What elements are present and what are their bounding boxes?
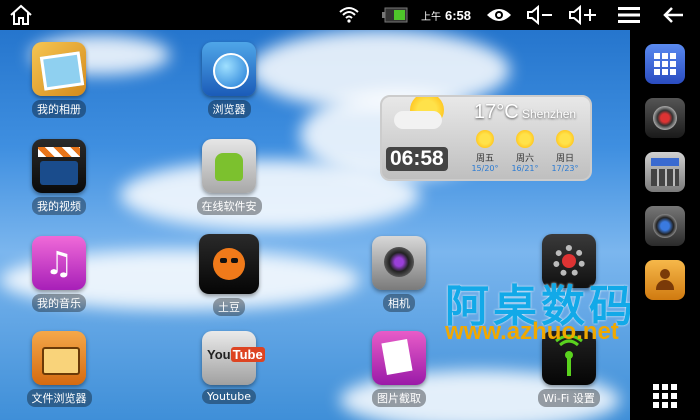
app-file-browser[interactable]: 文件浏览器 bbox=[14, 331, 104, 407]
app-label: 相机 bbox=[383, 294, 415, 312]
app-label: 我的音乐 bbox=[32, 294, 86, 312]
volume-up-icon[interactable] bbox=[563, 0, 603, 30]
app-market[interactable]: 在线软件安 bbox=[184, 139, 274, 215]
app-label: 在线软件安 bbox=[196, 197, 262, 215]
wifi-icon bbox=[335, 0, 363, 30]
weather-temperature: 17°C bbox=[474, 101, 519, 123]
file-browser-icon bbox=[32, 331, 86, 385]
speaker-icon[interactable] bbox=[645, 98, 685, 138]
app-label: 图片截取 bbox=[372, 389, 426, 407]
forecast-day: 周日 17/23° bbox=[546, 127, 584, 175]
forecast-day-range: 16/21° bbox=[511, 164, 539, 173]
app-label: 我的视频 bbox=[32, 197, 86, 215]
app-videos[interactable]: 我的视频 bbox=[14, 139, 104, 215]
forecast-day: 周五 15/20° bbox=[466, 127, 504, 175]
calculator-icon[interactable] bbox=[645, 152, 685, 192]
app-tudou[interactable]: 土豆 bbox=[184, 234, 274, 316]
forecast-day-name: 周日 bbox=[555, 154, 574, 164]
sun-icon bbox=[556, 130, 574, 148]
forecast-day-name: 周六 bbox=[515, 154, 534, 164]
app-youtube[interactable]: You Tube Youtube bbox=[184, 331, 274, 404]
contacts-icon[interactable] bbox=[645, 260, 685, 300]
time-label: 6:58 bbox=[444, 7, 472, 23]
forecast-day-range: 15/20° bbox=[471, 164, 499, 173]
side-dock bbox=[630, 30, 700, 420]
forecast-day-name: 周五 bbox=[475, 154, 494, 164]
forecast-day-range: 17/23° bbox=[551, 164, 579, 173]
app-label: Wi-Fi 设置 bbox=[538, 389, 600, 407]
forecast-day: 周六 16/21° bbox=[506, 127, 544, 175]
app-photo-album[interactable]: 我的相册 bbox=[14, 42, 104, 118]
tudou-icon bbox=[199, 234, 259, 294]
home-icon[interactable] bbox=[4, 0, 38, 30]
app-label: 我的相册 bbox=[32, 100, 86, 118]
sun-icon bbox=[476, 130, 494, 148]
weather-clock: 06:58 bbox=[386, 147, 448, 171]
youtube-icon: You Tube bbox=[202, 331, 265, 385]
browser-globe-icon bbox=[202, 42, 256, 96]
back-icon[interactable] bbox=[656, 0, 692, 30]
weather-widget[interactable]: 17°C Shenzhen 06:58 周五 15/20° 周六 16/21° … bbox=[380, 95, 592, 181]
ampm-label: 上午 bbox=[420, 11, 441, 23]
app-label: 土豆 bbox=[213, 298, 245, 316]
photo-album-icon bbox=[32, 42, 86, 96]
weather-city: Shenzhen bbox=[522, 107, 577, 121]
app-browser[interactable]: 浏览器 bbox=[184, 42, 274, 118]
screenshot-icon bbox=[372, 331, 426, 385]
app-grid-icon[interactable] bbox=[645, 44, 685, 84]
volume-down-icon[interactable] bbox=[522, 0, 558, 30]
app-label: 文件浏览器 bbox=[26, 389, 92, 407]
camera-icon bbox=[372, 236, 426, 290]
menu-icon[interactable] bbox=[612, 0, 646, 30]
music-note-icon: ♫ bbox=[32, 236, 86, 290]
clock: 上午 6:58 bbox=[416, 0, 476, 30]
status-bar: 上午 6:58 bbox=[0, 0, 700, 30]
watermark-url: www.azhuo.net bbox=[445, 318, 619, 345]
app-music[interactable]: ♫ 我的音乐 bbox=[14, 236, 104, 312]
app-label: 浏览器 bbox=[207, 100, 251, 118]
battery-icon bbox=[380, 0, 410, 30]
camera-lens-icon[interactable] bbox=[645, 206, 685, 246]
android-market-icon bbox=[202, 139, 256, 193]
video-clapper-icon bbox=[32, 139, 86, 193]
app-screenshot[interactable]: 图片截取 bbox=[354, 331, 444, 407]
all-apps-icon[interactable] bbox=[645, 376, 685, 416]
sun-icon bbox=[516, 130, 534, 148]
cloud-icon bbox=[394, 111, 442, 129]
app-camera[interactable]: 相机 bbox=[354, 236, 444, 312]
eye-icon[interactable] bbox=[482, 0, 516, 30]
app-label: Youtube bbox=[202, 389, 256, 404]
